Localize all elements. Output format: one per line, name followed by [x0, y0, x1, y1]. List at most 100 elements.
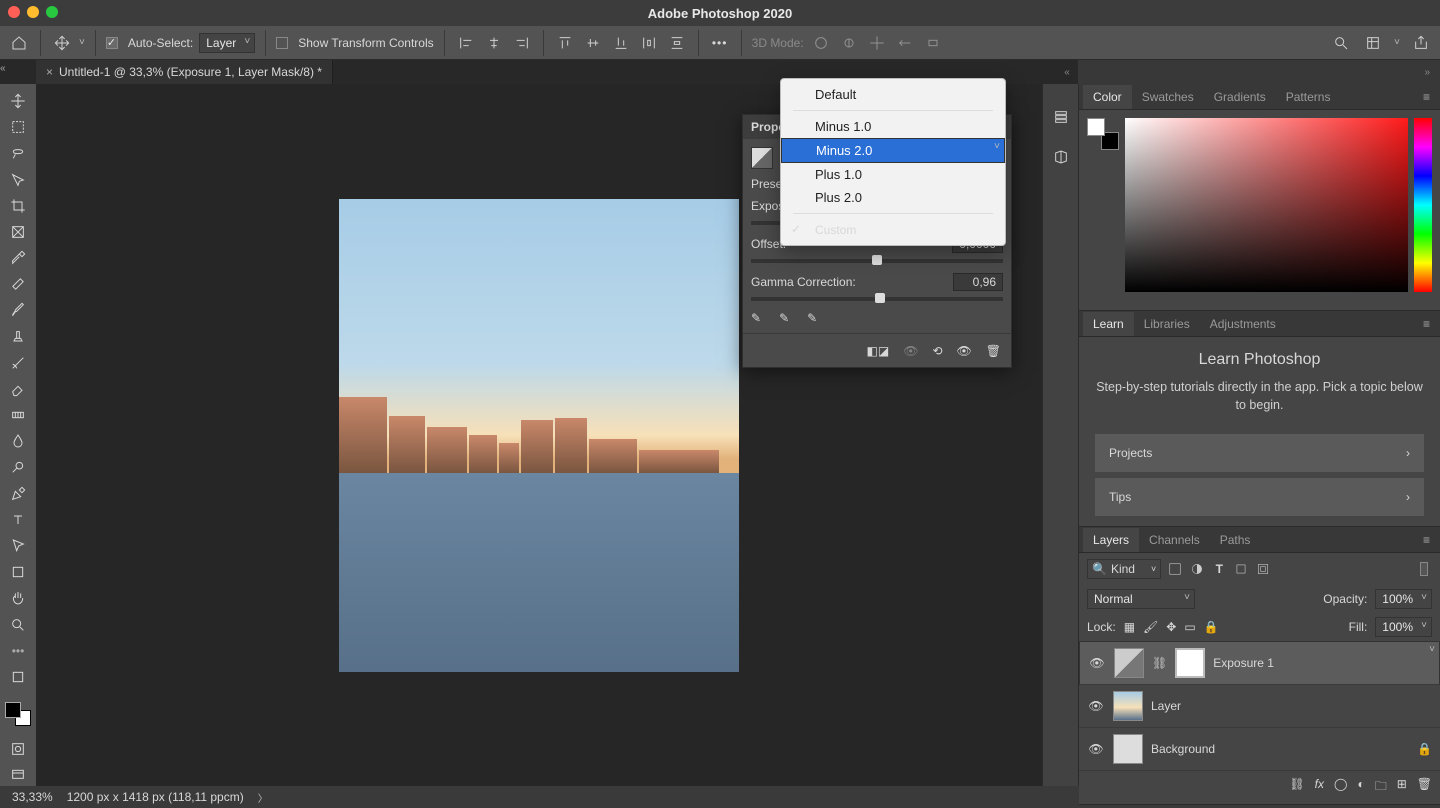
preset-option-minus2[interactable]: Minus 2.0 — [781, 138, 1005, 163]
dodge-tool[interactable] — [5, 456, 31, 478]
fg-bg-color[interactable] — [1087, 118, 1119, 150]
tab-libraries[interactable]: Libraries — [1134, 312, 1200, 336]
align-bottom-icon[interactable] — [610, 32, 632, 54]
align-right-icon[interactable] — [511, 32, 533, 54]
layer-filter-kind[interactable]: 🔍Kind˅ — [1087, 559, 1161, 579]
tab-layers[interactable]: Layers — [1083, 528, 1139, 552]
link-icon[interactable]: ⛓ — [1152, 656, 1167, 670]
panel-menu-icon[interactable]: ≡ — [1423, 317, 1436, 331]
stamp-tool[interactable] — [5, 326, 31, 348]
lock-transparent-icon[interactable]: ▦ — [1124, 620, 1135, 634]
tab-swatches[interactable]: Swatches — [1132, 85, 1204, 109]
layer-name[interactable]: Exposure 1 — [1213, 656, 1274, 670]
layer-name[interactable]: Background — [1151, 742, 1215, 756]
panel-menu-icon[interactable]: ≡ — [1423, 90, 1436, 104]
search-icon[interactable] — [1330, 32, 1352, 54]
clip-to-layer-icon[interactable]: ◧◪ — [867, 344, 890, 358]
path-select-tool[interactable] — [5, 535, 31, 557]
distribute-v-icon[interactable] — [666, 32, 688, 54]
move-tool[interactable] — [5, 90, 31, 112]
zoom-level[interactable]: 33,33% — [12, 790, 53, 804]
show-transform-checkbox[interactable] — [276, 37, 288, 49]
layer-name[interactable]: Layer — [1151, 699, 1181, 713]
libraries-panel-icon[interactable] — [1050, 146, 1072, 168]
auto-select-type[interactable]: Layer — [199, 33, 255, 53]
layer-row[interactable]: 👁 Layer — [1079, 685, 1440, 728]
tab-color[interactable]: Color — [1083, 85, 1132, 109]
filter-toggle[interactable] — [1416, 561, 1432, 577]
heal-tool[interactable] — [5, 273, 31, 295]
distribute-h-icon[interactable] — [638, 32, 660, 54]
auto-select-checkbox[interactable] — [106, 37, 118, 49]
delete-adjustment-icon[interactable]: 🗑 — [986, 344, 1001, 358]
lock-pixels-icon[interactable]: 🖌 — [1143, 620, 1158, 634]
shape-tool[interactable] — [5, 561, 31, 583]
align-top-icon[interactable] — [554, 32, 576, 54]
preset-option-plus1[interactable]: Plus 1.0 — [781, 163, 1005, 186]
eraser-tool[interactable] — [5, 378, 31, 400]
tab-gradients[interactable]: Gradients — [1204, 85, 1276, 109]
color-field[interactable] — [1125, 118, 1408, 292]
home-icon[interactable] — [8, 32, 30, 54]
close-tab-icon[interactable]: × — [46, 65, 53, 79]
history-brush-tool[interactable] — [5, 352, 31, 374]
gradient-tool[interactable] — [5, 404, 31, 426]
group-icon[interactable]: 🗀 — [1375, 777, 1387, 798]
quick-select-tool[interactable] — [5, 169, 31, 191]
brush-tool[interactable] — [5, 299, 31, 321]
learn-tips-row[interactable]: Tips› — [1095, 478, 1424, 516]
hue-slider[interactable] — [1414, 118, 1432, 292]
foreground-background-swatch[interactable] — [5, 702, 31, 726]
layer-row[interactable]: 👁 Background 🔒 — [1079, 728, 1440, 771]
crop-tool[interactable] — [5, 195, 31, 217]
visibility-icon[interactable]: 👁 — [1088, 656, 1106, 670]
reset-icon[interactable]: ⟲ — [932, 344, 942, 358]
gamma-value[interactable]: 0,96 — [953, 273, 1003, 291]
tab-patterns[interactable]: Patterns — [1276, 85, 1341, 109]
eyedropper-tool[interactable] — [5, 247, 31, 269]
tab-adjustments[interactable]: Adjustments — [1200, 312, 1286, 336]
tab-paths[interactable]: Paths — [1210, 528, 1261, 552]
blend-mode-select[interactable]: Normal — [1087, 589, 1195, 609]
layer-mask-icon[interactable]: ◯ — [1334, 777, 1347, 798]
maximize-window[interactable] — [46, 6, 58, 18]
marquee-tool[interactable] — [5, 116, 31, 138]
history-panel-icon[interactable] — [1050, 106, 1072, 128]
eyedropper-set-white-icon[interactable]: ✎ — [807, 311, 817, 325]
lasso-tool[interactable] — [5, 142, 31, 164]
close-window[interactable] — [8, 6, 20, 18]
quick-mask-icon[interactable] — [5, 738, 31, 760]
learn-projects-row[interactable]: Projects› — [1095, 434, 1424, 472]
eyedropper-set-black-icon[interactable]: ✎ — [751, 311, 761, 325]
mask-thumb[interactable] — [1175, 648, 1205, 678]
filter-smart-icon[interactable] — [1255, 561, 1271, 577]
preset-option-minus1[interactable]: Minus 1.0 — [781, 115, 1005, 138]
link-layers-icon[interactable]: ⛓ — [1289, 777, 1304, 798]
gamma-slider[interactable] — [751, 297, 1003, 301]
preset-option-default[interactable]: Default — [781, 83, 1005, 106]
lock-position-icon[interactable]: ✥ — [1166, 620, 1176, 634]
more-options-icon[interactable]: ••• — [709, 32, 731, 54]
preset-option-plus2[interactable]: Plus 2.0 — [781, 186, 1005, 209]
document-tab[interactable]: × Untitled-1 @ 33,3% (Exposure 1, Layer … — [36, 60, 333, 84]
align-hcenter-icon[interactable] — [483, 32, 505, 54]
eyedropper-set-gray-icon[interactable]: ✎ — [779, 311, 789, 325]
minimize-window[interactable] — [27, 6, 39, 18]
blur-tool[interactable] — [5, 430, 31, 452]
type-tool[interactable] — [5, 509, 31, 531]
align-left-icon[interactable] — [455, 32, 477, 54]
lock-artboard-icon[interactable]: ▭ — [1184, 620, 1195, 634]
toggle-previous-icon[interactable]: 👁 — [903, 344, 918, 358]
filter-shape-icon[interactable] — [1233, 561, 1249, 577]
tab-channels[interactable]: Channels — [1139, 528, 1210, 552]
tab-learn[interactable]: Learn — [1083, 312, 1134, 336]
status-flyout-icon[interactable]: 〉 — [258, 790, 268, 805]
layer-style-icon[interactable]: fx — [1315, 777, 1324, 798]
adjustment-layer-icon[interactable]: ◐ — [1357, 777, 1364, 798]
hand-tool[interactable] — [5, 587, 31, 609]
visibility-icon[interactable]: 👁 — [1087, 742, 1105, 756]
zoom-tool[interactable] — [5, 613, 31, 635]
filter-adjust-icon[interactable] — [1189, 561, 1205, 577]
lock-all-icon[interactable]: 🔒 — [1204, 620, 1219, 634]
filter-type-icon[interactable]: T — [1211, 561, 1227, 577]
